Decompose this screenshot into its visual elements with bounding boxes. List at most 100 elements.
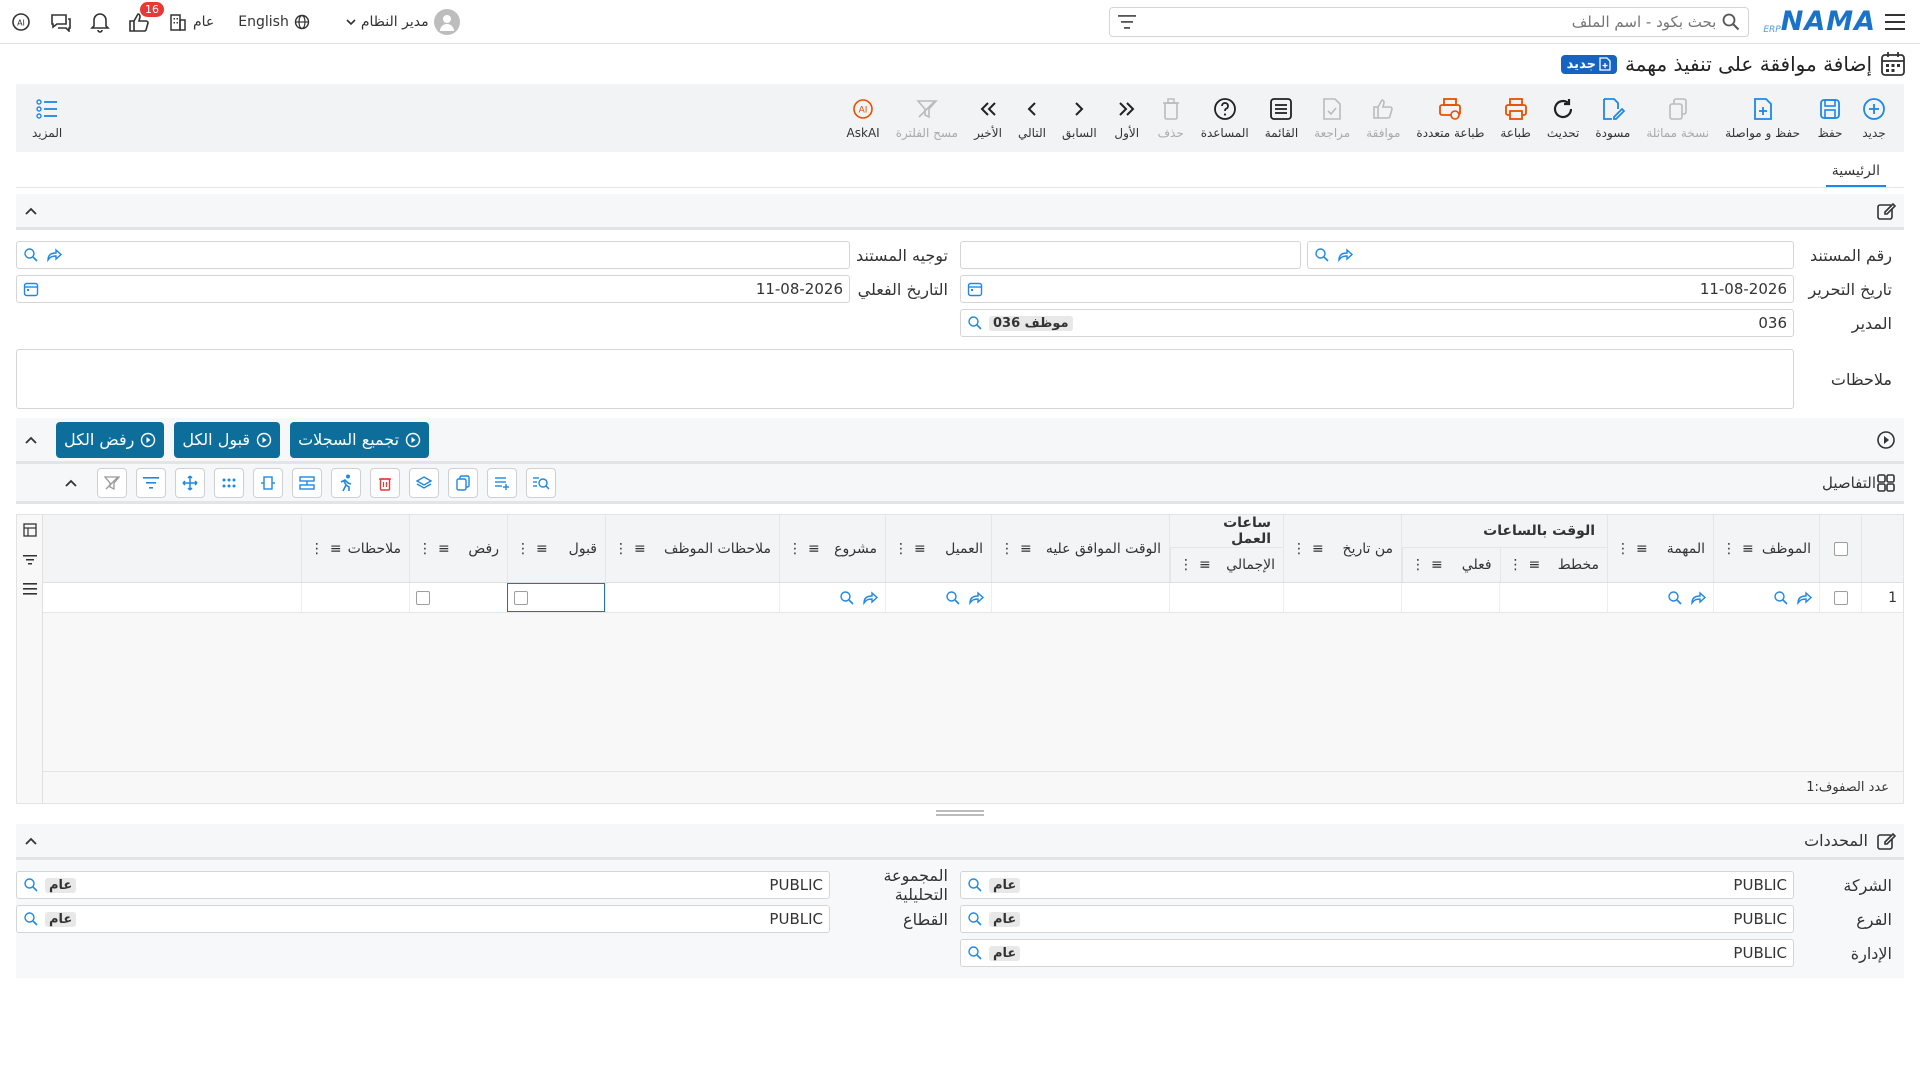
filter-lines-icon[interactable]: ≡ [438,541,450,557]
company-field[interactable]: PUBLIC عام [960,871,1794,899]
list-button[interactable]: القائمة [1257,88,1306,148]
table-row[interactable]: 1 [43,583,1903,613]
manager-field[interactable]: 036 موظف 036 [960,309,1794,337]
filter-lines-icon[interactable] [1118,14,1137,29]
search-refresh-icon[interactable] [967,315,983,331]
multi-print-button[interactable]: طباعة متعددة [1408,88,1492,148]
search-refresh-icon[interactable] [1773,590,1789,606]
last-button[interactable]: الأخير [966,88,1010,148]
clear-filter-button[interactable]: مسح الفلترة [888,88,966,148]
column-total[interactable]: الإجمالي ≡ ⋮ [1170,548,1283,582]
kebab-icon[interactable]: ⋮ [310,541,324,557]
prev-button[interactable]: السابق [1054,88,1105,148]
fit-columns-icon[interactable] [253,467,283,498]
analytic-field[interactable]: PUBLIC عام [16,871,830,899]
cell-reject-checkbox[interactable] [409,583,507,612]
approve-button[interactable]: موافقة [1358,88,1408,148]
search-refresh-icon[interactable] [23,877,39,893]
cell-planned[interactable] [1499,583,1607,612]
cell-employee-notes[interactable] [605,583,779,612]
search-refresh-icon[interactable] [967,945,983,961]
layers-icon[interactable] [409,467,439,498]
dots-grid-icon[interactable] [214,467,244,498]
print-button[interactable]: طباعة [1492,88,1538,148]
draft-button[interactable]: مسودة [1587,88,1638,148]
table-icon[interactable] [22,523,37,537]
accept-all-button[interactable]: قبول الكل [174,421,281,458]
column-approved-time[interactable]: الوقت الموافق عليه ≡ ⋮ [991,515,1169,582]
search-refresh-icon[interactable] [945,590,961,606]
column-task[interactable]: المهمة ≡ ⋮ [1607,515,1713,582]
cell-employee[interactable] [1713,583,1819,612]
user-menu[interactable]: مدير النظام [346,8,460,35]
kebab-icon[interactable]: ⋮ [614,541,628,557]
kebab-icon[interactable]: ⋮ [894,541,908,557]
column-reject[interactable]: رفض ≡ ⋮ [409,515,507,582]
share-icon[interactable] [1797,590,1813,605]
column-accept[interactable]: قبول ≡ ⋮ [507,515,605,582]
cell-actual[interactable] [1401,583,1499,612]
column-employee-notes[interactable]: ملاحظات الموظف ≡ ⋮ [605,515,779,582]
column-from-date[interactable]: من تاريخ ≡ ⋮ [1283,515,1401,582]
edit-date-field[interactable]: 11-08-2026 [960,275,1794,303]
refresh-button[interactable]: تحديث [1539,88,1588,148]
kebab-icon[interactable]: ⋮ [1616,541,1630,557]
branch-selector[interactable]: عام [168,12,214,32]
kebab-icon[interactable]: ⋮ [1411,557,1425,573]
collapse-chevron-icon[interactable] [24,435,38,445]
first-button[interactable]: الأول [1105,88,1149,148]
search-refresh-icon[interactable] [839,590,855,606]
share-icon[interactable] [47,248,63,262]
doc-number-secondary-field[interactable] [960,241,1301,269]
cell-total[interactable] [1169,583,1283,612]
search-refresh-icon[interactable] [967,877,983,893]
filter-lines-icon[interactable]: ≡ [1199,557,1211,573]
clear-filter-icon[interactable] [97,467,127,498]
filter-lines-icon[interactable]: ≡ [1312,541,1324,557]
column-client[interactable]: العميل ≡ ⋮ [885,515,991,582]
collect-records-button[interactable]: تجميع السجلات [290,421,430,458]
filter-lines-icon[interactable]: ≡ [1020,541,1032,557]
column-notes[interactable]: ملاحظات ≡ ⋮ [301,515,409,582]
filter-lines-icon[interactable]: ≡ [914,541,926,557]
delete-button[interactable]: حذف [1149,88,1193,148]
delete-row-icon[interactable] [370,467,400,498]
column-actual[interactable]: فعلي ≡ ⋮ [1402,548,1500,582]
search-list-icon[interactable] [526,467,556,498]
kebab-icon[interactable]: ⋮ [1722,541,1736,557]
add-list-icon[interactable] [487,467,517,498]
search-refresh-icon[interactable] [1314,247,1330,263]
help-button[interactable]: المساعدة [1193,88,1257,148]
approvals-notification[interactable]: 16 [128,1,164,32]
ai-icon[interactable]: AI [10,11,32,33]
copy-rows-icon[interactable] [448,467,478,498]
new-button[interactable]: جديد [1852,88,1896,148]
next-button[interactable]: التالي [1010,88,1054,148]
language-switch[interactable]: English [238,14,310,30]
search-box[interactable] [1109,6,1750,37]
cell-accept-checkbox[interactable] [507,583,605,612]
actual-date-field[interactable]: 11-08-2026 [16,275,850,303]
cell-task[interactable] [1607,583,1713,612]
share-icon[interactable] [1337,248,1354,262]
share-icon[interactable] [1691,590,1707,605]
kebab-icon[interactable]: ⋮ [1509,557,1523,573]
more-button[interactable]: المزيد [24,88,70,148]
filter-lines-icon[interactable]: ≡ [1431,557,1443,573]
review-button[interactable]: مراجعة [1306,88,1358,148]
filter-lines-icon[interactable]: ≡ [634,541,646,557]
kebab-icon[interactable]: ⋮ [418,541,432,557]
calendar-icon[interactable] [967,281,983,297]
doc-direction-field[interactable] [16,241,850,269]
move-icon[interactable] [175,467,205,498]
cell-from-date[interactable] [1283,583,1401,612]
filter-lines-icon[interactable]: ≡ [1636,541,1648,557]
filter-lines-icon[interactable]: ≡ [330,541,342,557]
collapse-chevron-icon[interactable] [64,478,78,488]
row-checkbox[interactable] [1819,583,1861,612]
tab-main[interactable]: الرئيسية [1825,159,1886,187]
column-planned[interactable]: مخطط ≡ ⋮ [1499,548,1607,582]
filter-lines-icon[interactable] [136,467,166,498]
sector-field[interactable]: PUBLIC عام [16,905,830,933]
cell-notes[interactable] [301,583,409,612]
